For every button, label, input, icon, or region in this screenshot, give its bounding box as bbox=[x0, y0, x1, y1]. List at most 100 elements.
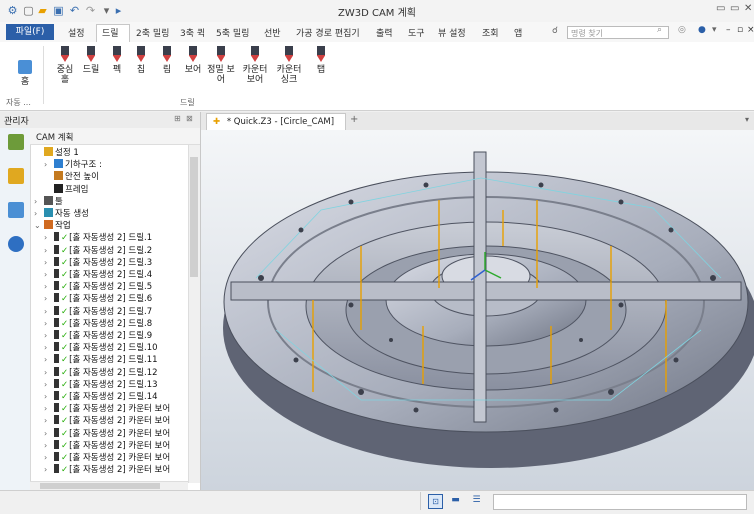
search-icon[interactable]: ⌕ bbox=[657, 25, 662, 35]
help-icon[interactable]: ● bbox=[698, 25, 706, 35]
restore-icon[interactable]: ▭ bbox=[730, 3, 739, 14]
hscroll-thumb[interactable] bbox=[40, 483, 160, 489]
tab-apps[interactable]: 앱 bbox=[514, 26, 522, 39]
part-icon[interactable] bbox=[8, 168, 24, 184]
expand-chevron-icon[interactable]: ⌄ bbox=[34, 221, 44, 230]
file-menu[interactable]: 파일(F) bbox=[6, 24, 54, 40]
tree-item[interactable]: › ✓[홀 자동생성 2] 드릴.12 bbox=[44, 366, 158, 378]
tree-item[interactable]: › ✓[홀 자동생성 2] 카운터 보어 bbox=[44, 414, 170, 426]
tree-item[interactable]: › ✓[홀 자동생성 2] 카운터 보어 bbox=[44, 463, 170, 475]
tab-output[interactable]: 출력 bbox=[376, 26, 393, 39]
tab-drill[interactable]: 드릴 bbox=[102, 26, 119, 39]
tree-item[interactable]: › ✓[홀 자동생성 2] 카운터 보어 bbox=[44, 439, 170, 451]
tree-item[interactable]: › ✓[홀 자동생성 2] 드릴.1 bbox=[44, 231, 152, 243]
expand-chevron-icon[interactable]: › bbox=[44, 160, 54, 169]
ribbon-button-tap[interactable]: 탭 bbox=[306, 46, 336, 75]
tab-toolpath-editor[interactable]: 가공 경로 편집기 bbox=[296, 26, 360, 39]
close-panel-icon[interactable]: ⊠ bbox=[186, 114, 193, 123]
tab-view-settings[interactable]: 뷰 설정 bbox=[438, 26, 466, 39]
history-icon[interactable] bbox=[8, 202, 24, 218]
expand-chevron-icon[interactable]: › bbox=[44, 416, 54, 425]
tree-item[interactable]: 설정 1 bbox=[34, 146, 79, 158]
tree-item[interactable]: 안전 높이 bbox=[44, 170, 99, 182]
tree-item[interactable]: › ✓[홀 자동생성 2] 카운터 보어 bbox=[44, 402, 170, 414]
close-icon[interactable]: ✕ bbox=[744, 3, 752, 14]
drill-icon bbox=[54, 244, 59, 254]
tab-lathe[interactable]: 선반 bbox=[264, 26, 281, 39]
cam-plan-icon[interactable] bbox=[8, 134, 24, 150]
new-tab-icon[interactable]: + bbox=[350, 114, 358, 125]
tree-item[interactable]: › ✓[홀 자동생성 2] 드릴.8 bbox=[44, 317, 152, 329]
expand-chevron-icon[interactable]: › bbox=[44, 392, 54, 401]
list-icon[interactable]: ☰ bbox=[470, 494, 483, 507]
tab-3axis-quick[interactable]: 3축 퀵 bbox=[180, 26, 205, 39]
command-line-input[interactable] bbox=[493, 494, 747, 510]
tree-item[interactable]: › ✓[홀 자동생성 2] 드릴.9 bbox=[44, 329, 152, 341]
ribbon-button-home[interactable]: 홈 bbox=[10, 46, 40, 87]
expand-chevron-icon[interactable]: › bbox=[44, 441, 54, 450]
tab-query[interactable]: 조회 bbox=[482, 26, 499, 39]
tree-vertical-scrollbar[interactable] bbox=[188, 145, 200, 483]
tree-item[interactable]: › 자동 생성 bbox=[34, 207, 89, 219]
tree-item[interactable]: › ✓[홀 자동생성 2] 드릴.2 bbox=[44, 244, 152, 256]
user-icon[interactable] bbox=[8, 236, 24, 252]
expand-chevron-icon[interactable]: › bbox=[44, 258, 54, 267]
tree-item[interactable]: › 기하구조 : bbox=[44, 158, 102, 170]
ribbon-button-countersink[interactable]: 카운터 싱크 bbox=[274, 46, 304, 85]
tree-item[interactable]: › ✓[홀 자동생성 2] 드릴.4 bbox=[44, 268, 152, 280]
tree-item[interactable]: ⌄ 작업 bbox=[34, 219, 71, 231]
expand-chevron-icon[interactable]: › bbox=[44, 429, 54, 438]
tree-item[interactable]: › ✓[홀 자동생성 2] 카운터 보어 bbox=[44, 451, 170, 463]
tree-item[interactable]: › ✓[홀 자동생성 2] 드릴.7 bbox=[44, 305, 152, 317]
expand-chevron-icon[interactable]: › bbox=[44, 294, 54, 303]
minimize-icon[interactable]: ▭ bbox=[716, 3, 725, 14]
display-icon[interactable]: ▬ bbox=[449, 494, 462, 507]
ribbon-button-counterbore[interactable]: 카운터 보어 bbox=[240, 46, 270, 85]
expand-chevron-icon[interactable]: › bbox=[44, 233, 54, 242]
tree-item[interactable]: › ✓[홀 자동생성 2] 드릴.13 bbox=[44, 378, 158, 390]
restore-doc-icon[interactable]: ▫ bbox=[737, 25, 743, 35]
tree-item[interactable]: › ✓[홀 자동생성 2] 드릴.6 bbox=[44, 292, 152, 304]
expand-chevron-icon[interactable]: › bbox=[44, 380, 54, 389]
tab-setup[interactable]: 설정 bbox=[68, 26, 85, 39]
expand-chevron-icon[interactable]: › bbox=[44, 282, 54, 291]
expand-chevron-icon[interactable]: › bbox=[44, 465, 54, 474]
expand-chevron-icon[interactable]: › bbox=[44, 368, 54, 377]
tab-2axis-milling[interactable]: 2축 밀링 bbox=[136, 26, 169, 39]
ribbon-button-fine-bore[interactable]: 정밀 보 어 bbox=[206, 46, 236, 85]
tree-item[interactable]: › ✓[홀 자동생성 2] 드릴.3 bbox=[44, 256, 152, 268]
expand-chevron-icon[interactable]: › bbox=[34, 197, 44, 206]
command-search-input[interactable]: 명령 찾기 bbox=[567, 26, 669, 39]
tree-item[interactable]: › ✓[홀 자동생성 2] 카운터 보어 bbox=[44, 427, 170, 439]
expand-chevron-icon[interactable]: › bbox=[34, 209, 44, 218]
tree-item[interactable]: 프레임 bbox=[44, 183, 88, 195]
3d-viewport[interactable] bbox=[201, 130, 754, 490]
expand-chevron-icon[interactable]: › bbox=[44, 343, 54, 352]
minimize-doc-icon[interactable]: – bbox=[726, 25, 731, 35]
expand-chevron-icon[interactable]: › bbox=[44, 355, 54, 364]
settings-icon[interactable]: ◎ bbox=[678, 25, 686, 35]
tree-item[interactable]: › 툴 bbox=[34, 195, 63, 207]
tree-item[interactable]: › ✓[홀 자동생성 2] 드릴.10 bbox=[44, 341, 158, 353]
document-tab[interactable]: ✚ * Quick.Z3 - [Circle_CAM] ✕ bbox=[206, 113, 346, 143]
pin-icon[interactable]: ⊞ bbox=[174, 114, 181, 123]
ribbon-button-bore[interactable]: 보어 bbox=[178, 46, 208, 75]
expand-chevron-icon[interactable]: › bbox=[44, 270, 54, 279]
tab-5axis-milling[interactable]: 5축 밀링 bbox=[216, 26, 249, 39]
expand-chevron-icon[interactable]: › bbox=[44, 453, 54, 462]
tree-item[interactable]: › ✓[홀 자동생성 2] 드릴.14 bbox=[44, 390, 158, 402]
scroll-thumb[interactable] bbox=[190, 157, 198, 277]
expand-chevron-icon[interactable]: › bbox=[44, 307, 54, 316]
tree-item[interactable]: › ✓[홀 자동생성 2] 드릴.11 bbox=[44, 353, 158, 365]
expand-chevron-icon[interactable]: › bbox=[44, 246, 54, 255]
help-chevron-icon[interactable]: ▾ bbox=[712, 25, 717, 35]
check-icon: ✓ bbox=[61, 343, 69, 354]
tab-list-icon[interactable]: ▾ bbox=[745, 115, 749, 124]
close-doc-icon[interactable]: × bbox=[747, 25, 754, 35]
expand-chevron-icon[interactable]: › bbox=[44, 319, 54, 328]
tab-tools[interactable]: 도구 bbox=[408, 26, 425, 39]
expand-chevron-icon[interactable]: › bbox=[44, 404, 54, 413]
tree-item[interactable]: › ✓[홀 자동생성 2] 드릴.5 bbox=[44, 280, 152, 292]
filter-icon[interactable]: ⊡ bbox=[428, 494, 443, 509]
expand-chevron-icon[interactable]: › bbox=[44, 331, 54, 340]
